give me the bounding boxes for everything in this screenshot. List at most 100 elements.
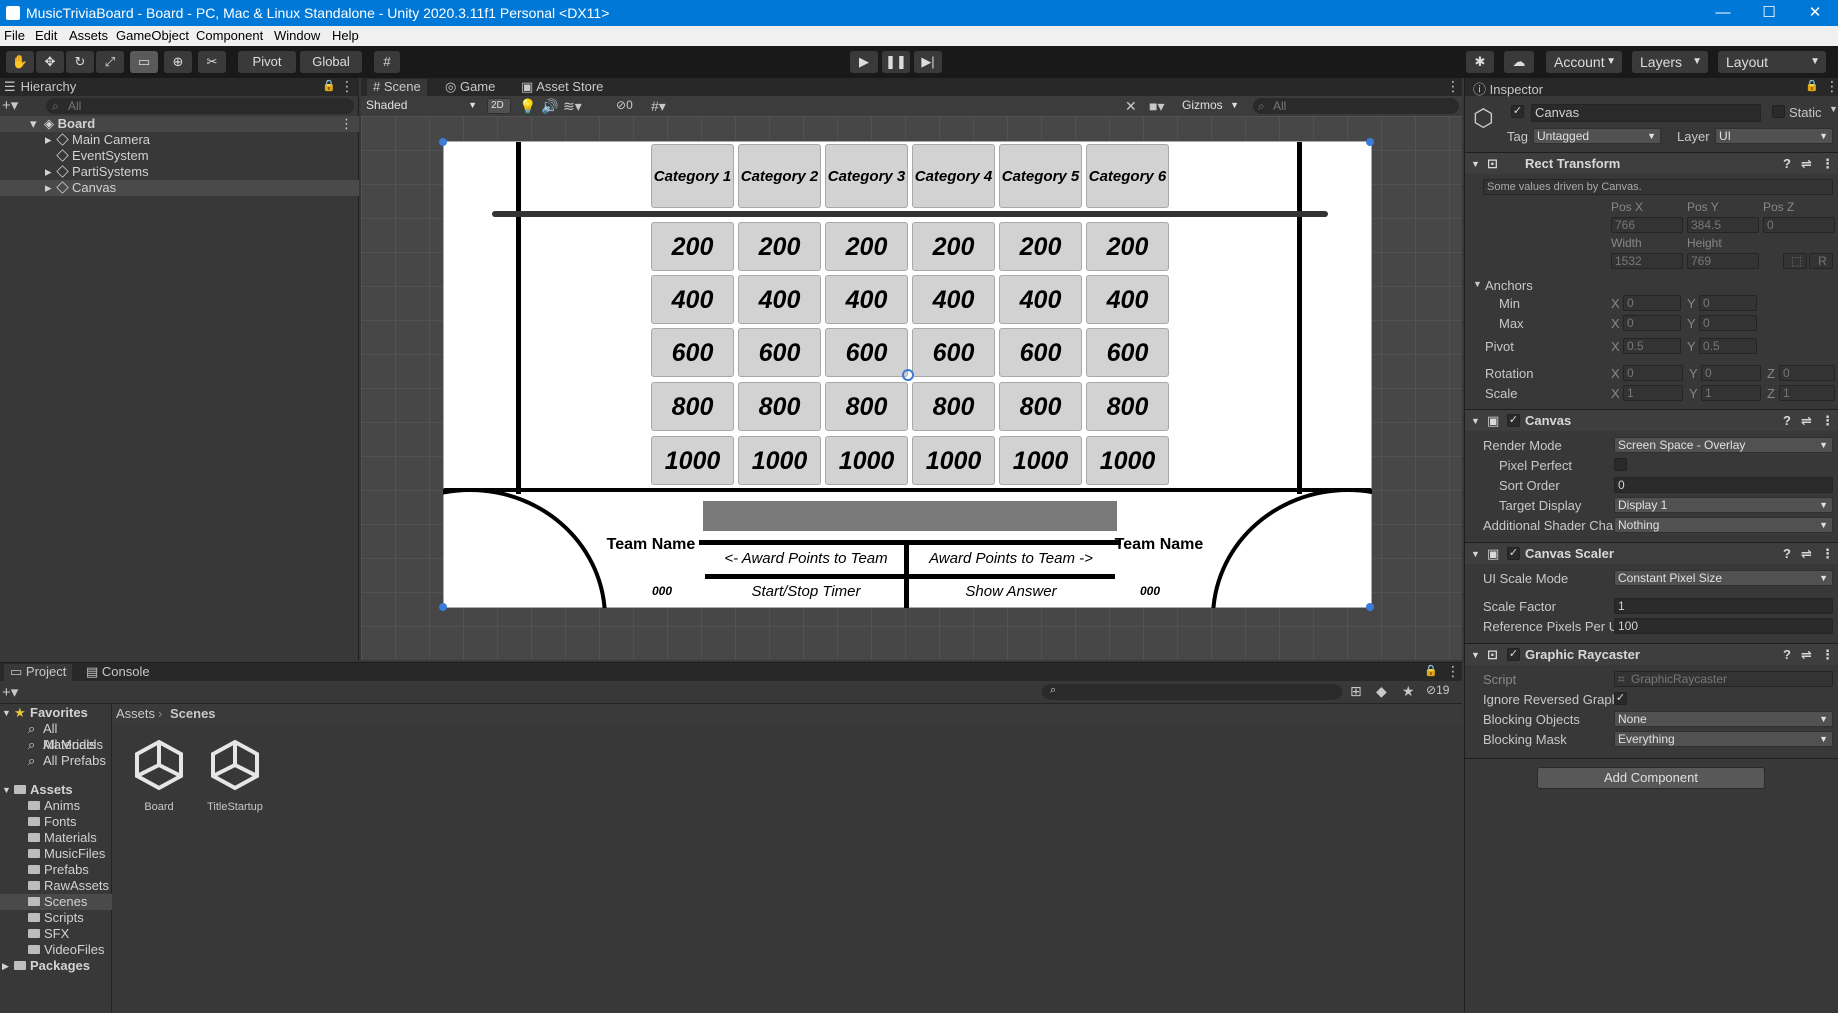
question-value-cell[interactable]: 800 bbox=[912, 382, 995, 431]
tools-icon[interactable]: ✕ bbox=[1125, 98, 1137, 115]
collab-icon[interactable]: ✱ bbox=[1466, 51, 1494, 73]
question-value-cell[interactable]: 600 bbox=[738, 328, 821, 377]
menu-edit[interactable]: Edit bbox=[35, 28, 57, 43]
question-value-cell[interactable]: 800 bbox=[651, 382, 734, 431]
render-mode-dropdown[interactable]: Screen Space - Overlay ▼ bbox=[1614, 437, 1833, 453]
pivot-y-field[interactable]: 0.5 bbox=[1699, 338, 1757, 354]
blueprint-mode-button[interactable]: ⬚ bbox=[1783, 253, 1807, 269]
lock-icon[interactable]: 🔒 bbox=[1805, 79, 1819, 92]
scale-factor-field[interactable]: 1 bbox=[1614, 598, 1833, 614]
question-value-cell[interactable]: 400 bbox=[1086, 275, 1169, 324]
anchor-max-x-field[interactable]: 0 bbox=[1623, 315, 1681, 331]
cloud-icon[interactable]: ☁ bbox=[1504, 51, 1534, 73]
target-display-dropdown[interactable]: Display 1 ▼ bbox=[1614, 497, 1833, 513]
scene-search-input[interactable]: ⌕ All bbox=[1253, 98, 1459, 114]
start-stop-timer-button[interactable]: Start/Stop Timer bbox=[709, 583, 903, 600]
category-header[interactable]: Category 4 bbox=[912, 144, 995, 208]
category-header[interactable]: Category 1 bbox=[651, 144, 734, 208]
packages-root[interactable]: ▶ Packages bbox=[0, 958, 112, 974]
canvas-enabled-checkbox[interactable]: ✓ bbox=[1507, 414, 1520, 427]
create-plus-button[interactable]: +▾ bbox=[2, 98, 28, 114]
help-icon[interactable]: ? bbox=[1783, 644, 1791, 666]
shading-dropdown[interactable]: Shaded ▼ bbox=[363, 98, 481, 114]
question-value-cell[interactable]: 400 bbox=[912, 275, 995, 324]
script-field[interactable]: ⌗ GraphicRaycaster bbox=[1614, 671, 1833, 687]
rotation-x-field[interactable]: 0 bbox=[1623, 365, 1683, 381]
assets-root[interactable]: ▼ Assets bbox=[0, 782, 112, 798]
breadcrumb-assets[interactable]: Assets bbox=[116, 704, 155, 724]
raw-edit-button[interactable]: R bbox=[1809, 253, 1833, 269]
filter-type-icon[interactable]: ⊞ bbox=[1350, 683, 1362, 700]
question-value-cell[interactable]: 1000 bbox=[999, 436, 1082, 485]
layer-dropdown[interactable]: UI ▼ bbox=[1715, 128, 1833, 144]
expand-arrow-icon[interactable]: ▼ bbox=[1473, 279, 1482, 289]
question-value-cell[interactable]: 1000 bbox=[912, 436, 995, 485]
asset-folder[interactable]: Anims bbox=[0, 798, 112, 814]
scale-x-field[interactable]: 1 bbox=[1623, 385, 1683, 401]
question-value-cell[interactable]: 600 bbox=[651, 328, 734, 377]
question-value-cell[interactable]: 800 bbox=[1086, 382, 1169, 431]
account-dropdown[interactable]: Account ▼ bbox=[1546, 51, 1622, 73]
tab-asset-store[interactable]: ▣ Asset Store bbox=[521, 79, 603, 95]
rotation-z-field[interactable]: 0 bbox=[1779, 365, 1835, 381]
posy-field[interactable]: 384.5 bbox=[1687, 217, 1759, 233]
add-component-button[interactable]: Add Component bbox=[1537, 767, 1765, 789]
question-value-cell[interactable]: 200 bbox=[825, 222, 908, 271]
create-plus-button[interactable]: +▾ bbox=[2, 683, 18, 701]
close-button[interactable]: ✕ bbox=[1792, 0, 1838, 26]
menu-help[interactable]: Help bbox=[332, 28, 359, 43]
kebab-menu-icon[interactable]: ⋮ bbox=[1821, 543, 1834, 565]
scale-z-field[interactable]: 1 bbox=[1779, 385, 1835, 401]
settings-icon[interactable]: ⇌ bbox=[1801, 153, 1812, 175]
lighting-icon[interactable]: 💡 bbox=[519, 98, 536, 115]
pivot-toggle[interactable]: Pivot bbox=[238, 51, 296, 73]
label-icon[interactable]: ◆ bbox=[1376, 683, 1387, 700]
asset-folder[interactable]: Materials bbox=[0, 830, 112, 846]
question-value-cell[interactable]: 400 bbox=[651, 275, 734, 324]
pixel-perfect-checkbox[interactable] bbox=[1614, 458, 1627, 471]
question-value-cell[interactable]: 600 bbox=[825, 328, 908, 377]
kebab-menu-icon[interactable]: ⋮ bbox=[1825, 78, 1838, 95]
raycaster-enabled-checkbox[interactable]: ✓ bbox=[1507, 648, 1520, 661]
transform-tool-icon[interactable]: ⊕ bbox=[164, 51, 192, 73]
anchor-min-y-field[interactable]: 0 bbox=[1699, 295, 1757, 311]
anchor-min-x-field[interactable]: 0 bbox=[1623, 295, 1681, 311]
pivot-x-field[interactable]: 0.5 bbox=[1623, 338, 1681, 354]
rect-handle[interactable] bbox=[439, 603, 447, 611]
question-value-cell[interactable]: 1000 bbox=[1086, 436, 1169, 485]
grid-toggle-icon[interactable]: #▾ bbox=[651, 98, 666, 115]
hidden-objects-toggle[interactable]: ⊘0 bbox=[616, 98, 633, 112]
static-checkbox[interactable] bbox=[1772, 105, 1785, 118]
step-button[interactable]: ▶| bbox=[914, 51, 942, 73]
tag-dropdown[interactable]: Untagged ▼ bbox=[1533, 128, 1661, 144]
menu-assets[interactable]: Assets bbox=[69, 28, 108, 43]
category-header[interactable]: Category 2 bbox=[738, 144, 821, 208]
question-value-cell[interactable]: 800 bbox=[999, 382, 1082, 431]
move-tool-icon[interactable]: ✥ bbox=[36, 51, 64, 73]
hand-tool-icon[interactable]: ✋ bbox=[6, 51, 34, 73]
breadcrumb-scenes[interactable]: Scenes bbox=[170, 704, 216, 724]
kebab-menu-icon[interactable]: ⋮ bbox=[1446, 663, 1460, 680]
gizmos-dropdown[interactable]: Gizmos ▼ bbox=[1179, 98, 1243, 114]
object-name-field[interactable]: Canvas bbox=[1531, 104, 1761, 122]
global-toggle[interactable]: Global bbox=[300, 51, 362, 73]
trivia-board-canvas[interactable]: Category 1 Category 2 Category 3 Categor… bbox=[439, 138, 1374, 611]
kebab-menu-icon[interactable]: ⋮ bbox=[1821, 153, 1834, 175]
layout-dropdown[interactable]: Layout ▼ bbox=[1718, 51, 1826, 73]
asset-folder[interactable]: RawAssets bbox=[0, 878, 112, 894]
asset-folder[interactable]: MusicFiles bbox=[0, 846, 112, 862]
menu-window[interactable]: Window bbox=[274, 28, 320, 43]
hidden-packages-toggle[interactable]: ⊘19 bbox=[1426, 683, 1449, 697]
play-button[interactable]: ▶ bbox=[850, 51, 878, 73]
lock-icon[interactable]: 🔒 bbox=[1424, 664, 1438, 677]
pivot-handle[interactable] bbox=[902, 369, 914, 381]
question-value-cell[interactable]: 400 bbox=[825, 275, 908, 324]
favorite-item[interactable]: ⌕ All Prefabs bbox=[0, 753, 112, 769]
posx-field[interactable]: 766 bbox=[1611, 217, 1683, 233]
tab-hierarchy[interactable]: ☰ Hierarchy bbox=[4, 79, 76, 95]
hierarchy-item[interactable]: ▸ PartiSystems bbox=[0, 164, 359, 180]
expand-arrow-icon[interactable]: ▸ bbox=[45, 164, 52, 180]
tab-game[interactable]: ◎ Game bbox=[445, 79, 495, 95]
question-value-cell[interactable]: 400 bbox=[999, 275, 1082, 324]
rotate-tool-icon[interactable]: ↻ bbox=[66, 51, 94, 73]
